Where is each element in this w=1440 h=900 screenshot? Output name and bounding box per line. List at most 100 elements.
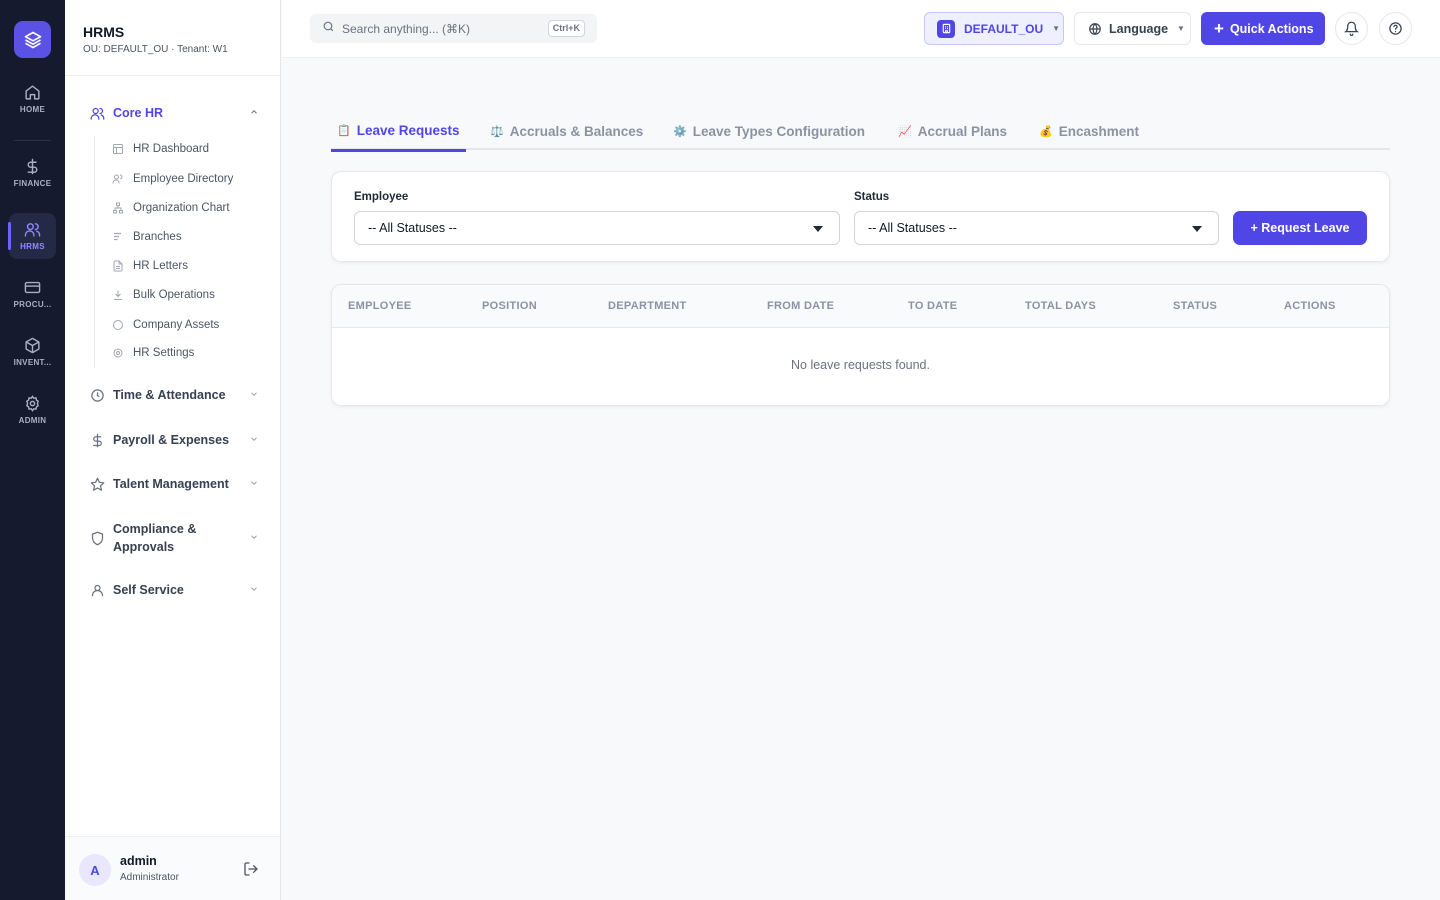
- sidebar-item-hr-letters[interactable]: HR Letters: [111, 259, 188, 272]
- tab-label: Encashment: [1058, 123, 1139, 139]
- users-icon: [111, 172, 124, 185]
- user-icon: [89, 582, 105, 598]
- nav-group-self-service[interactable]: Self Service: [89, 582, 259, 598]
- status-filter-value: -- All Statuses --: [868, 221, 957, 235]
- module-title: HRMS: [83, 24, 125, 40]
- user-role: Administrator: [120, 872, 179, 883]
- gear-icon: ⚙️: [673, 125, 687, 138]
- dollar-icon: [27, 158, 38, 175]
- sidebar-item-bulk-operations[interactable]: Bulk Operations: [111, 288, 215, 301]
- nav-group-label: Core HR: [113, 106, 164, 120]
- credit-card-icon: [24, 281, 41, 294]
- column-header-status[interactable]: STATUS: [1173, 300, 1217, 312]
- box-icon: [25, 337, 40, 354]
- nav-group-payroll-expenses[interactable]: Payroll & Expenses: [89, 432, 259, 448]
- global-search[interactable]: Ctrl+K: [310, 14, 597, 43]
- sidebar-item-label: Employee Directory: [133, 172, 234, 185]
- sidebar-item-label: HR Settings: [133, 346, 195, 359]
- scales-icon: ⚖️: [490, 125, 504, 138]
- money-bag-icon: 💰: [1039, 125, 1053, 138]
- clipboard-icon: 📋: [337, 125, 351, 137]
- rail-item-finance[interactable]: FINANCE: [9, 150, 56, 196]
- nav-group-label: Time & Attendance: [113, 388, 226, 402]
- rail-item-procurement[interactable]: PROCU...: [9, 271, 56, 317]
- sidebar-item-label: Bulk Operations: [133, 288, 215, 301]
- download-icon: [111, 288, 124, 301]
- tab-label: Leave Types Configuration: [692, 123, 865, 139]
- sidebar-item-label: HR Letters: [133, 259, 188, 272]
- sidebar-item-employee-directory[interactable]: Employee Directory: [111, 172, 233, 185]
- rail-item-home[interactable]: HOME: [9, 76, 56, 122]
- plus-icon: +: [1214, 19, 1224, 38]
- avatar[interactable]: A: [79, 854, 111, 886]
- rail-item-inventory[interactable]: INVENT...: [9, 329, 56, 375]
- notifications-button[interactable]: [1335, 12, 1368, 45]
- rail-label-inventory: INVENT...: [13, 358, 52, 367]
- column-header-to-date[interactable]: TO DATE: [908, 300, 957, 312]
- tab-accrual-plans[interactable]: 📈 Accrual Plans: [892, 112, 1013, 150]
- app-logo-icon[interactable]: [14, 21, 51, 58]
- tab-leave-requests[interactable]: 📋 Leave Requests: [331, 112, 466, 152]
- star-icon: [89, 476, 105, 492]
- rail-item-hrms[interactable]: HRMS: [8, 213, 56, 259]
- nav-group-label-line-1: Compliance &: [113, 522, 197, 536]
- chevron-down-icon: [249, 531, 259, 545]
- column-header-from-date[interactable]: FROM DATE: [767, 300, 834, 312]
- tab-accruals-balances[interactable]: ⚖️ Accruals & Balances: [484, 112, 649, 150]
- home-icon: [25, 85, 40, 100]
- quick-actions-button[interactable]: + Quick Actions: [1201, 12, 1325, 45]
- app-rail: HOME FINANCE HRMS PROCU... INVENT... ADM…: [0, 0, 65, 900]
- status-filter-select[interactable]: -- All Statuses --: [854, 211, 1219, 245]
- chevron-down-icon: [249, 583, 259, 597]
- request-leave-button[interactable]: + Request Leave: [1233, 211, 1367, 245]
- rail-item-admin[interactable]: ADMIN: [9, 387, 56, 433]
- tab-label: Accruals & Balances: [509, 123, 644, 139]
- sidebar-item-hr-dashboard[interactable]: HR Dashboard: [111, 142, 209, 155]
- leave-tabs: 📋 Leave Requests ⚖️ Accruals & Balances …: [331, 112, 1390, 152]
- org-unit-label: DEFAULT_OU: [964, 21, 1044, 36]
- column-header-employee[interactable]: EMPLOYEE: [348, 300, 412, 312]
- column-header-department[interactable]: DEPARTMENT: [608, 300, 687, 312]
- sidebar-item-branches[interactable]: Branches: [111, 230, 182, 243]
- rail-divider: [14, 140, 51, 141]
- sidebar-item-hr-settings[interactable]: HR Settings: [111, 346, 194, 359]
- tab-leave-types-configuration[interactable]: ⚙️ Leave Types Configuration: [667, 112, 871, 150]
- document-icon: [111, 259, 124, 272]
- column-header-position[interactable]: POSITION: [482, 300, 537, 312]
- nav-group-core-hr[interactable]: Core HR: [89, 105, 259, 121]
- nav-group-label: Payroll & Expenses: [113, 433, 230, 447]
- sidebar-item-company-assets[interactable]: Company Assets: [111, 318, 219, 331]
- column-header-total-days[interactable]: TOTAL DAYS: [1025, 300, 1096, 312]
- top-bar: Ctrl+K DEFAULT_OU ▼ Language ▼ + Quick A…: [282, 0, 1440, 58]
- help-icon: [1389, 22, 1402, 35]
- clock-icon: [89, 387, 105, 403]
- nav-group-compliance-approvals[interactable]: Compliance & Approvals: [89, 520, 259, 556]
- employee-filter-value: -- All Statuses --: [368, 221, 457, 235]
- nav-group-label-line-2: Approvals: [113, 540, 175, 554]
- logout-icon[interactable]: [243, 861, 259, 882]
- caret-down-icon: [1192, 226, 1202, 232]
- help-button[interactable]: [1379, 12, 1412, 45]
- shield-icon: [89, 530, 105, 546]
- nav-group-talent-management[interactable]: Talent Management: [89, 476, 259, 492]
- org-unit-selector[interactable]: DEFAULT_OU ▼: [924, 12, 1064, 45]
- search-input[interactable]: [342, 21, 542, 36]
- tab-encashment[interactable]: 💰 Encashment: [1033, 112, 1145, 150]
- chevron-up-icon: [249, 106, 259, 120]
- nav-group-time-attendance[interactable]: Time & Attendance: [89, 387, 259, 403]
- nav-group-label: Talent Management: [113, 477, 229, 491]
- caret-down-icon: ▼: [1177, 24, 1185, 33]
- sidebar-item-organization-chart[interactable]: Organization Chart: [111, 201, 230, 214]
- nav-group-label: Self Service: [113, 583, 184, 597]
- module-subtitle: OU: DEFAULT_OU · Tenant: W1: [83, 44, 228, 55]
- module-sidebar: HRMS OU: DEFAULT_OU · Tenant: W1 Core HR…: [65, 0, 281, 900]
- employee-filter-select[interactable]: -- All Statuses --: [354, 211, 840, 245]
- chevron-down-icon: [249, 388, 259, 402]
- rail-label-hrms: HRMS: [20, 242, 45, 251]
- quick-actions-label: Quick Actions: [1229, 21, 1314, 36]
- status-filter-label: Status: [854, 191, 890, 203]
- rail-label-admin: ADMIN: [18, 416, 47, 425]
- grid-icon: [111, 142, 124, 155]
- language-selector[interactable]: Language ▼: [1074, 12, 1191, 45]
- gear-icon: [25, 395, 40, 412]
